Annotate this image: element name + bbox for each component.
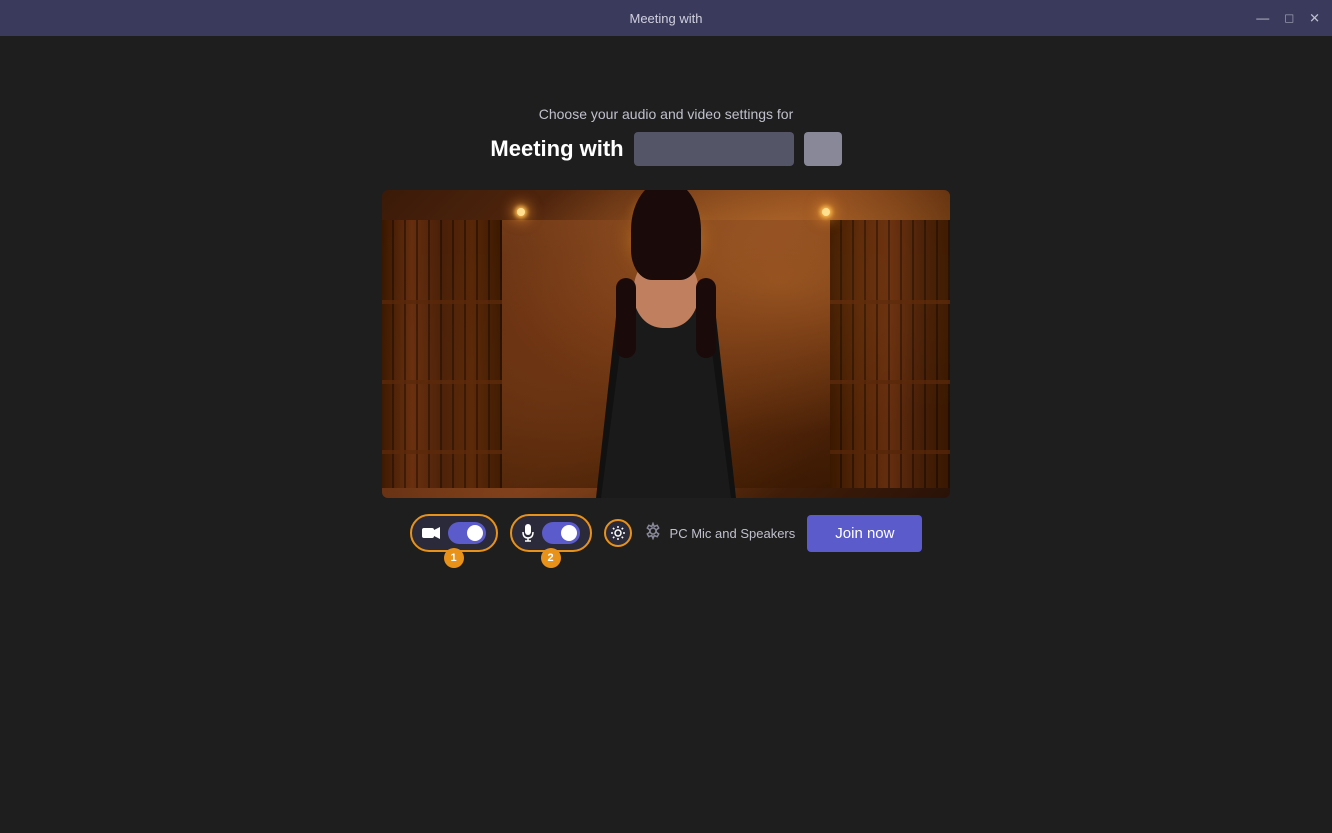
main-content: Choose your audio and video settings for… bbox=[0, 36, 1332, 552]
bookshelf-right bbox=[830, 220, 950, 488]
video-control-group: 1 bbox=[410, 514, 498, 552]
ceiling-light-3 bbox=[822, 208, 830, 216]
audio-badge: 2 bbox=[541, 548, 561, 568]
bookshelf-left bbox=[382, 220, 502, 488]
maximize-button[interactable]: □ bbox=[1285, 12, 1293, 25]
window-title: Meeting with bbox=[630, 11, 703, 26]
meeting-name-redacted bbox=[634, 132, 794, 166]
effects-button[interactable] bbox=[604, 519, 632, 547]
ceiling-light-1 bbox=[517, 208, 525, 216]
minimize-button[interactable]: — bbox=[1256, 12, 1269, 25]
join-now-button[interactable]: Join now bbox=[807, 515, 922, 552]
person-silhouette bbox=[586, 258, 746, 498]
audio-control-group: 2 bbox=[510, 514, 592, 552]
camera-icon bbox=[422, 526, 440, 540]
meeting-name-box2 bbox=[804, 132, 842, 166]
gear-icon[interactable] bbox=[644, 522, 662, 545]
video-preview bbox=[382, 190, 950, 498]
close-button[interactable]: ✕ bbox=[1309, 12, 1320, 25]
window-controls: — □ ✕ bbox=[1256, 12, 1320, 25]
audio-toggle-knob bbox=[561, 525, 577, 541]
meeting-title-row: Meeting with bbox=[490, 132, 841, 166]
speaker-label: PC Mic and Speakers bbox=[670, 526, 796, 541]
title-bar: Meeting with — □ ✕ bbox=[0, 0, 1332, 36]
video-badge: 1 bbox=[444, 548, 464, 568]
meeting-title-label: Meeting with bbox=[490, 136, 623, 162]
audio-toggle[interactable] bbox=[542, 522, 580, 544]
subtitle-text: Choose your audio and video settings for bbox=[539, 106, 794, 122]
speaker-area: PC Mic and Speakers bbox=[644, 522, 796, 545]
microphone-icon bbox=[522, 524, 534, 542]
person-hair-side-left bbox=[616, 278, 636, 358]
video-toggle-knob bbox=[467, 525, 483, 541]
video-toggle[interactable] bbox=[448, 522, 486, 544]
controls-bar: 1 2 bbox=[410, 514, 923, 552]
person-hair-side-right bbox=[696, 278, 716, 358]
person-hair bbox=[631, 190, 701, 280]
